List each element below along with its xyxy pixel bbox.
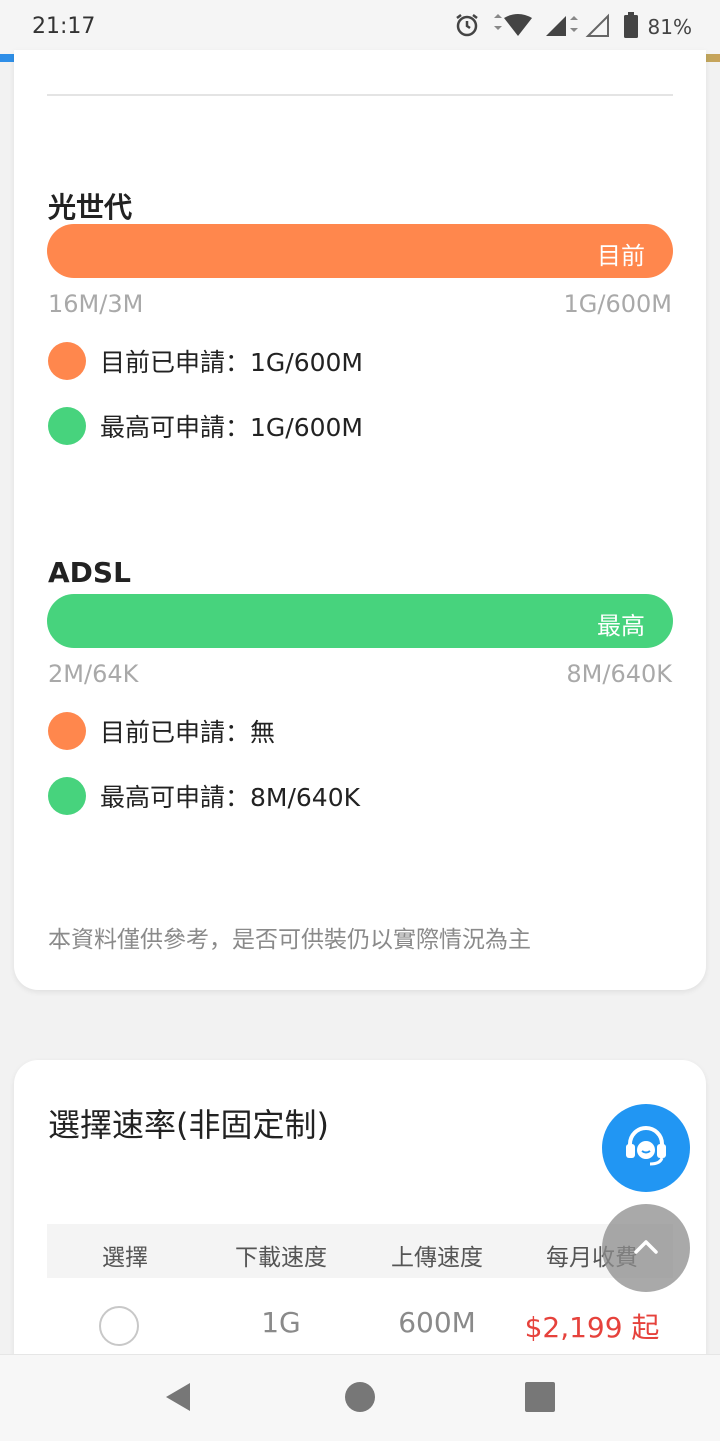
header-select: 選擇 <box>102 1245 148 1271</box>
status-icons: 81% <box>454 12 692 42</box>
adsl-max-row: 最高可申請：8M/640K <box>48 777 360 815</box>
adsl-range-min: 2M/64K <box>48 660 139 688</box>
status-time: 21:17 <box>32 14 96 39</box>
availability-card: 光世代 目前 16M/3M 1G/600M 目前已申請：1G/600M 最高可申… <box>14 50 706 990</box>
adsl-bar-label: 最高 <box>597 612 645 640</box>
header-upload: 上傳速度 <box>391 1245 483 1271</box>
system-nav-bar <box>0 1354 720 1441</box>
status-bar: 21:17 81% <box>0 0 720 54</box>
select-radio[interactable] <box>99 1306 139 1346</box>
divider <box>47 94 673 96</box>
fiber-bar-label: 目前 <box>597 242 645 270</box>
orange-dot-icon <box>48 712 86 750</box>
download-speed: 1G <box>261 1306 301 1339</box>
orange-dot-icon <box>48 342 86 380</box>
adsl-speed-bar: 最高 <box>47 594 673 648</box>
disclaimer-note: 本資料僅供參考，是否可供裝仍以實際情況為主 <box>48 927 531 953</box>
adsl-max-text: 最高可申請：8M/640K <box>100 783 361 812</box>
headset-icon <box>626 1126 666 1166</box>
green-dot-icon <box>48 777 86 815</box>
adsl-applied-text: 目前已申請：無 <box>100 718 276 747</box>
header-download: 下載速度 <box>235 1245 327 1271</box>
table-row[interactable]: 1G 600M $2,199 起 <box>47 1296 673 1356</box>
recents-icon[interactable] <box>524 1381 556 1417</box>
alarm-icon <box>454 12 480 42</box>
fiber-max-text: 最高可申請：1G/600M <box>100 413 363 442</box>
adsl-range-max: 8M/640K <box>566 660 672 688</box>
fiber-applied-row: 目前已申請：1G/600M <box>48 342 363 380</box>
rate-table-header: 選擇 下載速度 上傳速度 每月收費 <box>47 1224 673 1278</box>
chevron-up-icon <box>634 1240 658 1254</box>
signal-icon <box>544 12 614 42</box>
home-icon[interactable] <box>344 1381 376 1417</box>
upload-speed: 600M <box>398 1306 476 1339</box>
fiber-title: 光世代 <box>48 191 133 224</box>
rate-section-title: 選擇速率(非固定制) <box>48 1106 329 1144</box>
customer-support-button[interactable] <box>602 1104 690 1192</box>
fiber-max-row: 最高可申請：1G/600M <box>48 407 363 445</box>
fiber-range-min: 16M/3M <box>48 290 144 318</box>
fiber-applied-text: 目前已申請：1G/600M <box>100 348 363 377</box>
back-icon[interactable] <box>160 1379 196 1419</box>
adsl-title: ADSL <box>48 556 131 589</box>
monthly-price: $2,199 起 <box>524 1311 660 1344</box>
fiber-range-max: 1G/600M <box>563 290 672 318</box>
back-to-top-button[interactable] <box>602 1204 690 1292</box>
fiber-speed-bar: 目前 <box>47 224 673 278</box>
green-dot-icon <box>48 407 86 445</box>
wifi-icon <box>490 12 534 42</box>
battery-icon <box>623 12 638 42</box>
battery-percent: 81% <box>647 15 692 39</box>
adsl-applied-row: 目前已申請：無 <box>48 712 275 750</box>
